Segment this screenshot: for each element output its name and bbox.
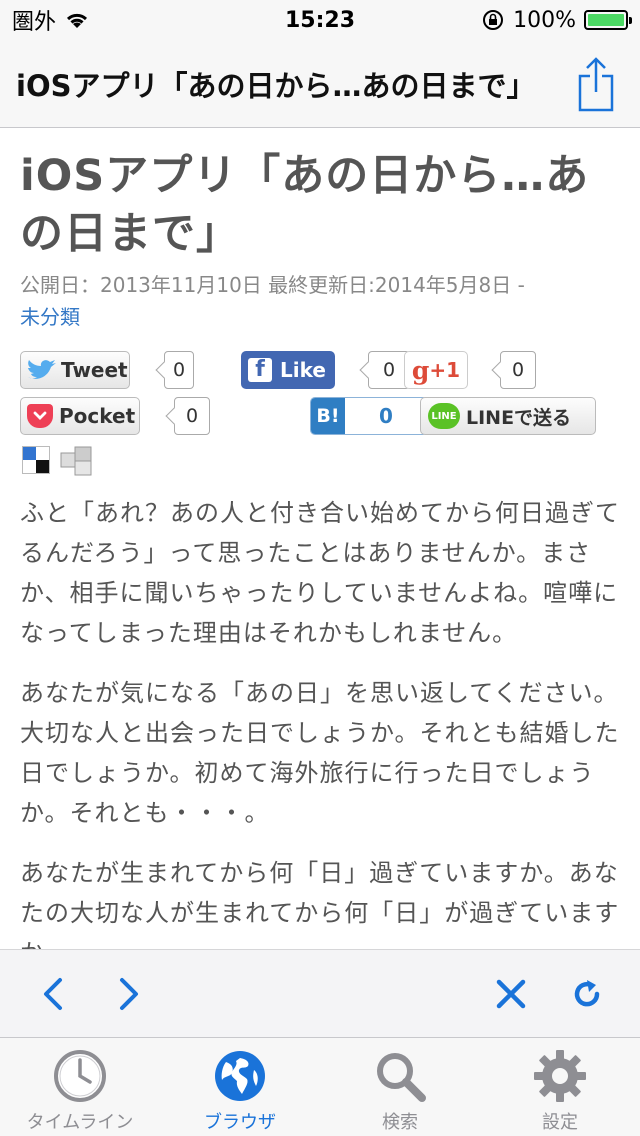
page-actions — [488, 971, 610, 1017]
line-share-button[interactable]: LINE LINEで送る — [420, 397, 596, 435]
pocket-count: 0 — [174, 397, 210, 435]
tab-search[interactable]: 検索 — [320, 1038, 480, 1136]
status-right: 100% — [481, 7, 632, 33]
article-title: iOSアプリ「あの日から…あの日まで」 — [20, 151, 590, 259]
facebook-icon: f — [248, 358, 272, 382]
pocket-label: Pocket — [59, 404, 136, 428]
clock-icon — [54, 1050, 106, 1102]
tab-bar: タイムライン ブラウザ 検索 設定 — [0, 1037, 640, 1136]
article-paragraph: ふと「あれ？あの人と付き合い始めてから何日過ぎてるんだろう」って思ったことはあり… — [20, 499, 620, 647]
share-icon — [578, 56, 614, 111]
tweet-count: 0 — [164, 351, 194, 389]
tab-label: ブラウザ — [204, 1112, 276, 1133]
google-plus-button[interactable]: g +1 — [404, 351, 468, 389]
tab-browser[interactable]: ブラウザ — [160, 1038, 320, 1136]
hatena-icon: B! — [311, 398, 345, 434]
tab-timeline[interactable]: タイムライン — [0, 1038, 160, 1136]
web-content[interactable]: iOSアプリ「あの日から…あの日まで」 公開日：2013年11月10日 最終更新… — [0, 129, 640, 949]
search-icon — [377, 1053, 426, 1102]
like-label: Like — [280, 358, 326, 382]
gplus-count: 0 — [500, 351, 536, 389]
hatena-count: 0 — [379, 404, 393, 428]
stop-button[interactable] — [488, 971, 534, 1017]
status-bar: 圏外 15:23 100% — [0, 0, 640, 40]
tweet-label: Tweet — [61, 358, 128, 382]
reload-icon — [574, 979, 600, 1006]
tweet-button[interactable]: Tweet — [20, 351, 130, 389]
tab-label: 設定 — [542, 1112, 578, 1133]
chevron-left-icon — [44, 977, 62, 1010]
tab-settings[interactable]: 設定 — [480, 1038, 640, 1136]
facebook-like-button[interactable]: f Like — [241, 351, 335, 389]
pocket-button[interactable]: Pocket — [20, 397, 140, 435]
article-meta: 公開日：2013年11月10日 最終更新日:2014年5月8日 - 未分類 — [20, 269, 620, 333]
line-label: LINEで送る — [466, 406, 572, 429]
status-left: 圏外 — [12, 4, 90, 36]
publish-dates: 公開日：2013年11月10日 最終更新日:2014年5月8日 — [20, 273, 512, 297]
hatena-bookmark-button[interactable]: B! 0 — [310, 397, 428, 435]
google-plus-icon: g — [411, 355, 430, 385]
tab-label: 検索 — [382, 1112, 418, 1133]
nav-bar: iOSアプリ「あの日から…あの日まで」 — [0, 40, 640, 128]
gplus-label: +1 — [429, 358, 461, 382]
chevron-right-icon — [120, 977, 138, 1010]
twitter-bird-icon — [28, 360, 56, 379]
meta-separator: - — [511, 273, 525, 297]
pocket-icon — [27, 404, 53, 428]
article-paragraph: あなたが気になる「あの日」を思い返してください。大切な人と出会った日でしょうか。… — [20, 679, 620, 827]
back-button[interactable] — [30, 971, 76, 1017]
battery-fill — [588, 14, 624, 26]
battery-percent: 100% — [513, 7, 576, 33]
history-nav — [30, 971, 152, 1017]
forward-button[interactable] — [106, 971, 152, 1017]
category-link[interactable]: 未分類 — [20, 305, 80, 329]
close-icon — [496, 979, 526, 1008]
share-button[interactable] — [568, 52, 624, 116]
tab-label: タイムライン — [26, 1112, 134, 1133]
delicious-icon[interactable] — [22, 446, 50, 474]
battery-icon — [584, 10, 632, 30]
evernote-icon[interactable] — [60, 446, 94, 476]
wifi-icon — [66, 13, 88, 28]
orientation-lock-icon — [483, 10, 504, 30]
carrier-label: 圏外 — [12, 10, 57, 35]
line-icon: LINE — [428, 403, 460, 429]
reload-button[interactable] — [564, 971, 610, 1017]
gear-icon — [534, 1050, 586, 1102]
browser-toolbar — [0, 949, 640, 1037]
social-buttons: Tweet 0 f Like 0 g +1 0 Pocket 0 B! 0 LI… — [20, 351, 620, 479]
page-title: iOSアプリ「あの日から…あの日まで」 — [16, 68, 536, 103]
globe-icon — [215, 1051, 265, 1101]
article-paragraph: あなたが生まれてから何「日」過ぎていますか。あなたの大切な人が生まれてから何「日… — [20, 859, 620, 949]
